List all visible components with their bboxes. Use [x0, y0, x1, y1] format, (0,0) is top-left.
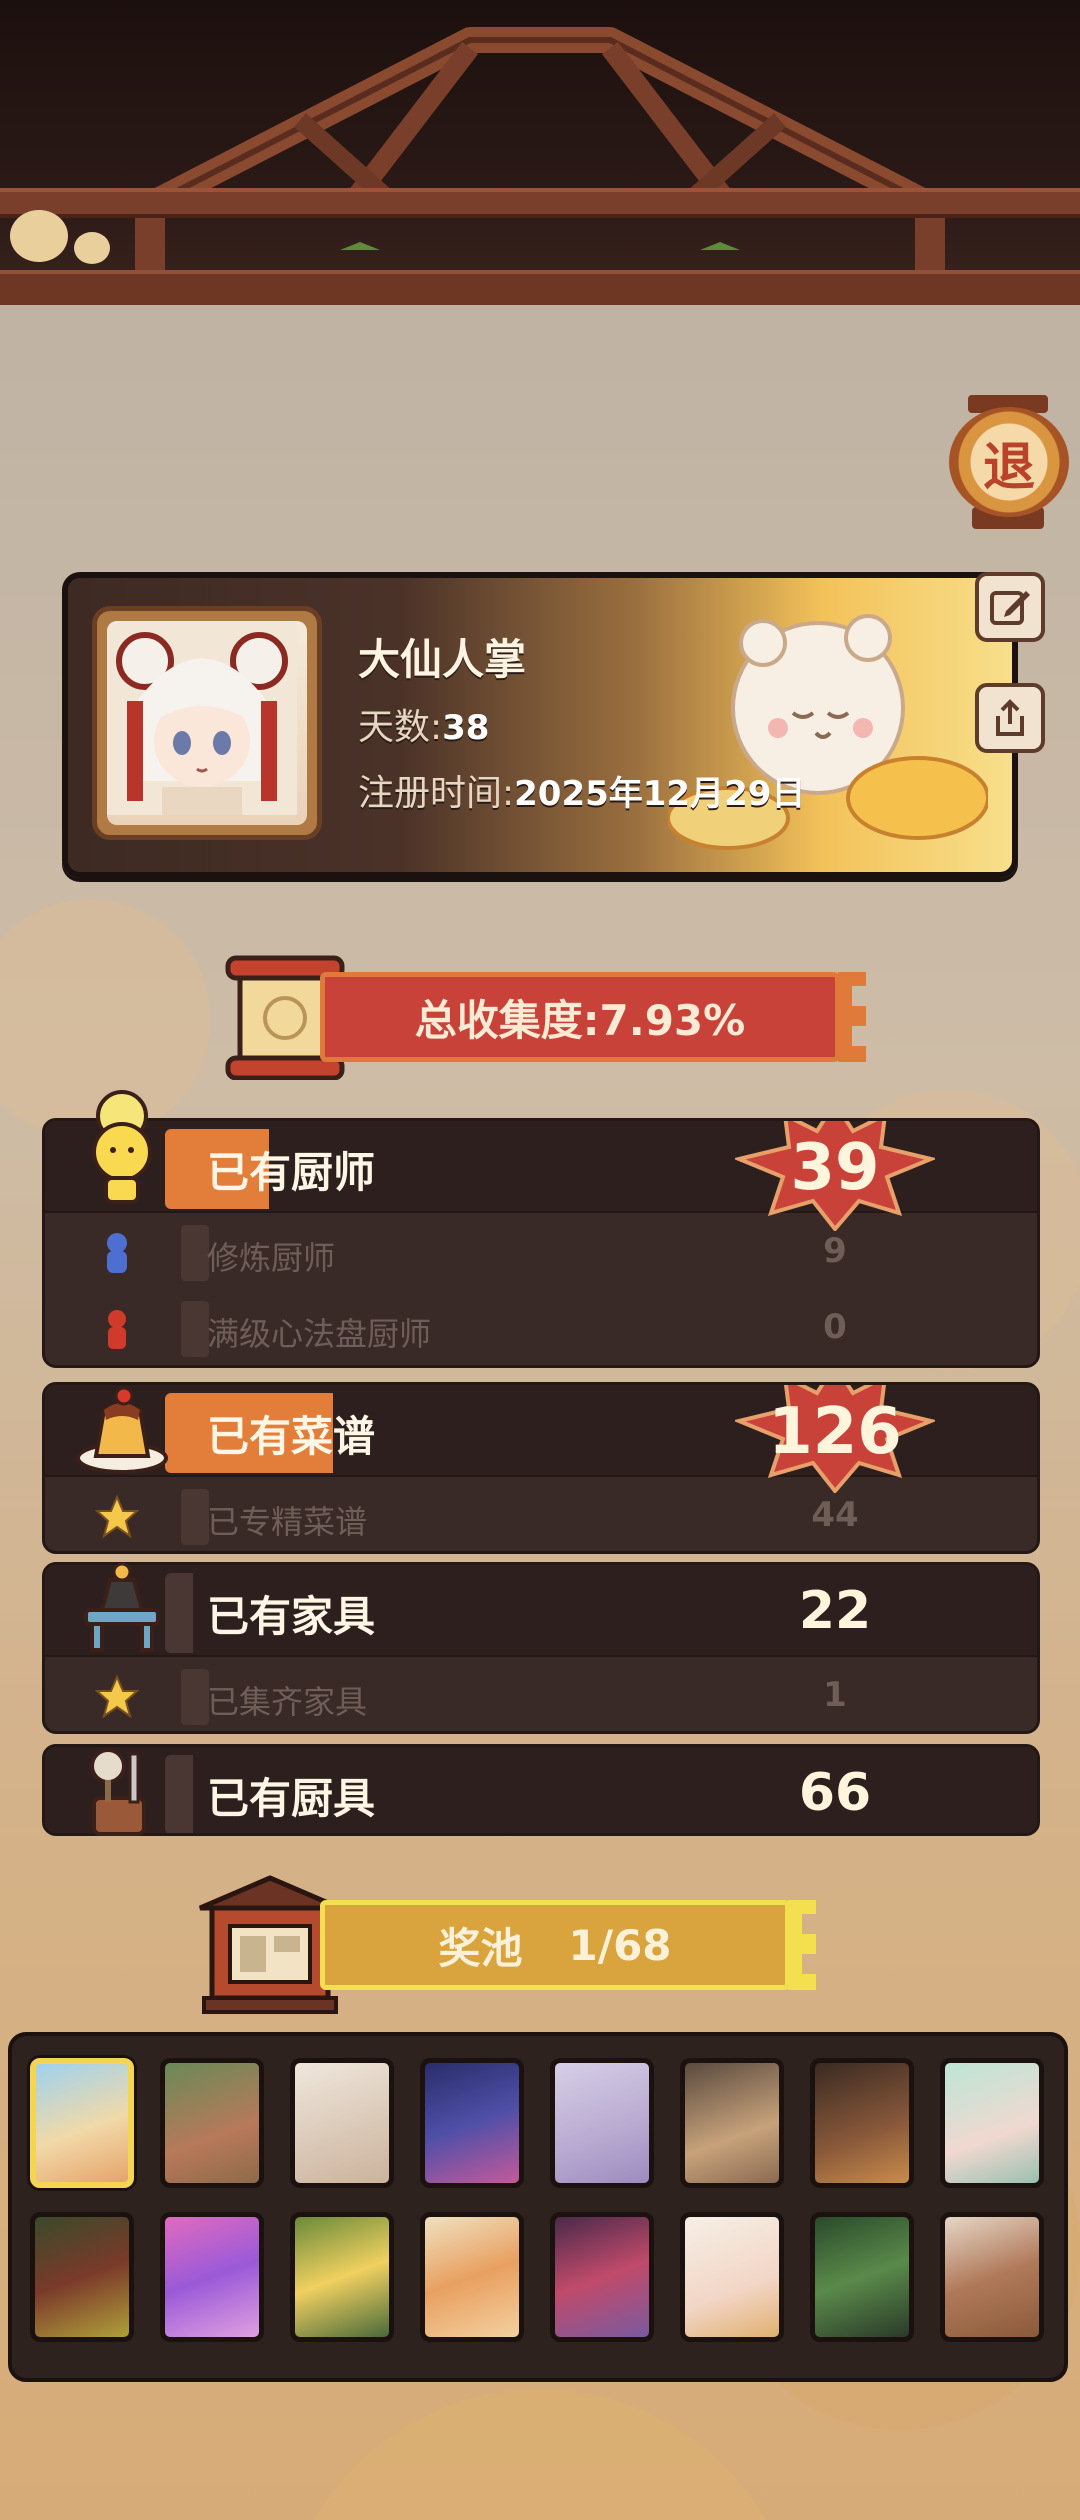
sub-tab	[181, 1489, 209, 1545]
collection-bar: 总收集度:7.93%	[320, 972, 840, 1062]
sub-row-complete-furniture: 已集齐家具 1	[45, 1659, 1037, 1731]
prize-thumbnail[interactable]	[290, 2058, 394, 2188]
avatar	[107, 621, 307, 825]
prize-thumbnail[interactable]	[940, 2058, 1044, 2188]
complete-furniture-label: 已集齐家具	[207, 1683, 368, 1721]
prize-thumbnail[interactable]	[550, 2058, 654, 2188]
roof-header	[0, 0, 1080, 305]
prize-thumbnail[interactable]	[420, 2212, 524, 2342]
mastered-recipes-label: 已专精菜谱	[207, 1503, 368, 1541]
prize-thumbnail[interactable]	[810, 2212, 914, 2342]
exit-label: 退	[949, 407, 1069, 517]
share-icon	[996, 699, 1024, 736]
prize-thumbnail[interactable]	[680, 2058, 784, 2188]
prize-thumbnail[interactable]	[810, 2058, 914, 2188]
chefs-panel[interactable]: 已有厨师 39 修炼厨师 9 满级心法盘厨师 0	[42, 1118, 1040, 1368]
sub-row-mastered-recipes: 已专精菜谱 44	[45, 1479, 1037, 1551]
red-figure-icon	[108, 1310, 126, 1349]
roof-base	[0, 270, 1080, 305]
recipes-value: 126	[768, 1395, 902, 1469]
collection-banner: 总收集度:7.93%	[200, 950, 866, 1080]
register-value: 2025年12月29日	[514, 774, 806, 814]
blue-figure-icon	[107, 1233, 127, 1273]
prize-grid	[8, 2032, 1068, 2382]
sub-tab	[181, 1225, 209, 1281]
banner-end-cap	[838, 972, 866, 1062]
mastered-recipes-value: 44	[811, 1495, 859, 1535]
recipes-panel[interactable]: 已有菜谱 126 已专精菜谱 44	[42, 1382, 1040, 1554]
prize-thumbnail[interactable]	[160, 2058, 264, 2188]
chefs-value: 39	[790, 1131, 880, 1205]
sub-row-trained-chefs: 修炼厨师 9	[45, 1215, 1037, 1291]
furniture-panel[interactable]: 已有家具 22 已集齐家具 1	[42, 1562, 1040, 1734]
furniture-label: 已有家具	[207, 1592, 376, 1641]
prize-thumbnail[interactable]	[420, 2058, 524, 2188]
star-icon	[95, 1675, 139, 1719]
days-row: 天数:38	[358, 698, 489, 750]
avatar-frame[interactable]	[92, 606, 322, 840]
kitchenware-icon	[90, 1748, 146, 1836]
complete-furniture-value: 1	[823, 1675, 847, 1715]
chef-icon	[92, 1090, 152, 1204]
banner-end-cap	[788, 1900, 816, 1990]
prize-pool-banner: 奖池 1/68	[190, 1870, 850, 2020]
prize-thumbnail[interactable]	[160, 2212, 264, 2342]
kitchenware-value: 66	[798, 1763, 872, 1823]
prize-thumbnail[interactable]	[30, 2212, 134, 2342]
profile-background-art	[668, 614, 988, 850]
exit-button[interactable]: 退	[945, 395, 1075, 530]
profile-card: 大仙人掌 天数:38 注册时间:2025年12月29日	[62, 572, 1018, 878]
edit-button[interactable]	[975, 572, 1045, 642]
chick-decoration	[10, 210, 68, 262]
days-value: 38	[442, 708, 490, 748]
chefs-label: 已有厨师	[207, 1148, 376, 1197]
kitchenware-label: 已有厨具	[207, 1774, 376, 1823]
share-button[interactable]	[975, 683, 1045, 753]
star-icon	[95, 1495, 139, 1539]
roof-beam	[0, 188, 1080, 218]
prize-pool-count: 1/68	[568, 1920, 672, 1970]
prize-thumbnail[interactable]	[30, 2058, 134, 2188]
register-row: 注册时间:2025年12月29日	[358, 764, 805, 816]
prize-pool-label: 奖池	[438, 1923, 523, 1973]
edit-icon	[990, 591, 1030, 625]
maxed-chefs-label: 满级心法盘厨师	[207, 1315, 432, 1353]
furniture-icon	[84, 1562, 160, 1652]
prize-thumbnail[interactable]	[940, 2212, 1044, 2342]
furniture-value: 22	[798, 1581, 872, 1641]
maxed-chefs-value: 0	[823, 1307, 847, 1347]
trained-chefs-value: 9	[823, 1231, 847, 1271]
recipes-label: 已有菜谱	[207, 1412, 376, 1461]
collection-label: 总收集度:7.93%	[414, 995, 746, 1045]
avatar-portrait	[107, 621, 297, 815]
trained-chefs-label: 修炼厨师	[207, 1239, 336, 1277]
player-name: 大仙人掌	[358, 635, 527, 684]
roof-truss	[135, 27, 945, 280]
prize-thumbnail[interactable]	[550, 2212, 654, 2342]
sub-row-maxed-chefs: 满级心法盘厨师 0	[45, 1291, 1037, 1365]
pudding-icon	[76, 1386, 168, 1474]
chick-decoration	[74, 232, 110, 264]
kitchenware-panel[interactable]: 已有厨具 66	[42, 1744, 1040, 1836]
days-label: 天数:	[358, 707, 443, 748]
sub-tab	[181, 1301, 209, 1357]
register-label: 注册时间:	[358, 773, 515, 814]
sub-tab	[181, 1669, 209, 1725]
prize-thumbnail[interactable]	[290, 2212, 394, 2342]
prize-thumbnail[interactable]	[680, 2212, 784, 2342]
prize-pool-bar[interactable]: 奖池 1/68	[320, 1900, 790, 1990]
